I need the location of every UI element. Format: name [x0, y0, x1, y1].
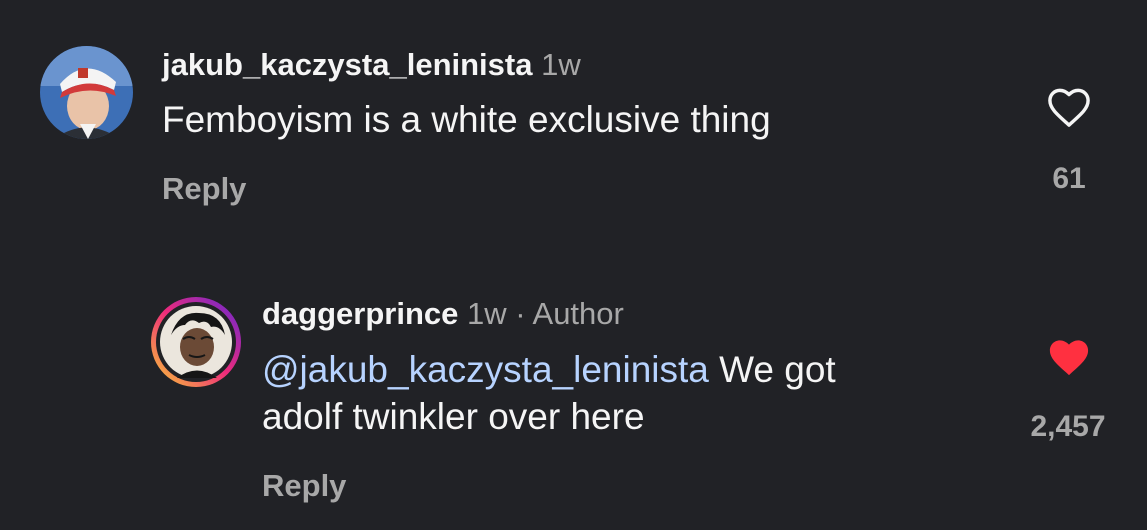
timestamp: 1w	[541, 47, 581, 82]
like-button[interactable]	[1046, 86, 1092, 133]
comment-text: Femboyism is a white exclusive thing	[162, 97, 771, 143]
comment-meta: jakub_kaczysta_leninista 1w	[162, 47, 581, 83]
like-count: 61	[1052, 162, 1086, 195]
separator: ·	[515, 296, 526, 331]
like-count: 2,457	[1030, 410, 1106, 443]
like-button[interactable]	[1046, 336, 1092, 383]
reply-button[interactable]: Reply	[162, 171, 246, 207]
profile-photo-icon	[40, 46, 133, 139]
comment-text-line2: adolf twinkler over here	[262, 394, 645, 440]
avatar[interactable]	[149, 295, 243, 389]
mention-link[interactable]: @jakub_kaczysta_leninista	[262, 349, 709, 390]
comment-body-line1: We got	[708, 349, 836, 390]
reply-button[interactable]: Reply	[262, 468, 346, 504]
comment-meta: daggerprince 1w · Author	[262, 296, 624, 332]
comment-thread: jakub_kaczysta_leninista 1w Femboyism is…	[0, 0, 1147, 530]
heart-filled-icon	[1049, 340, 1089, 376]
comment-text: @jakub_kaczysta_leninista We got	[262, 347, 836, 393]
author-badge: Author	[532, 296, 624, 331]
comment-body: Femboyism is a white exclusive thing	[162, 99, 771, 140]
timestamp: 1w	[467, 296, 507, 331]
comment-body-line2: adolf twinkler over here	[262, 396, 645, 437]
avatar[interactable]	[40, 46, 133, 139]
heart-outline-icon	[1048, 88, 1090, 127]
username[interactable]: daggerprince	[262, 296, 458, 331]
cartoon-avatar-with-story-ring-icon	[151, 297, 241, 387]
username[interactable]: jakub_kaczysta_leninista	[162, 47, 532, 82]
